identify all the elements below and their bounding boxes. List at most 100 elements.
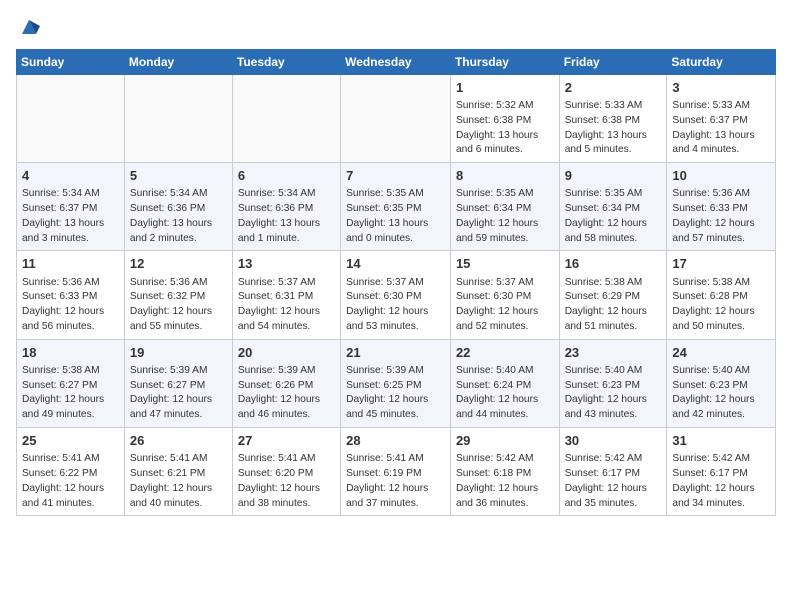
- weekday-header-monday: Monday: [124, 49, 232, 74]
- calendar-day-cell: 4 Sunrise: 5:34 AM Sunset: 6:37 PM Daylig…: [17, 163, 125, 251]
- calendar-day-cell: 31 Sunrise: 5:42 AM Sunset: 6:17 PM Dayli…: [667, 428, 776, 516]
- day-info: Sunrise: 5:39 AM Sunset: 6:26 PM Dayligh…: [238, 364, 335, 423]
- day-info: Sunrise: 5:40 AM Sunset: 6:23 PM Dayligh…: [672, 364, 770, 423]
- calendar-week-row: 18 Sunrise: 5:38 AM Sunset: 6:27 PM Dayli…: [17, 339, 776, 427]
- calendar-day-cell: 19 Sunrise: 5:39 AM Sunset: 6:27 PM Dayli…: [124, 339, 232, 427]
- calendar-week-row: 1 Sunrise: 5:32 AM Sunset: 6:38 PM Daylig…: [17, 74, 776, 162]
- calendar-day-cell: 18 Sunrise: 5:38 AM Sunset: 6:27 PM Dayli…: [17, 339, 125, 427]
- day-number: 1: [456, 79, 554, 97]
- day-number: 28: [346, 432, 445, 450]
- day-info: Sunrise: 5:35 AM Sunset: 6:34 PM Dayligh…: [456, 187, 554, 246]
- calendar-day-cell: 27 Sunrise: 5:41 AM Sunset: 6:20 PM Dayli…: [232, 428, 340, 516]
- calendar-day-cell: 2 Sunrise: 5:33 AM Sunset: 6:38 PM Daylig…: [559, 74, 667, 162]
- calendar-day-cell: 16 Sunrise: 5:38 AM Sunset: 6:29 PM Dayli…: [559, 251, 667, 339]
- calendar-day-cell: 10 Sunrise: 5:36 AM Sunset: 6:33 PM Dayli…: [667, 163, 776, 251]
- logo-icon: [18, 16, 40, 38]
- day-info: Sunrise: 5:36 AM Sunset: 6:32 PM Dayligh…: [130, 276, 227, 335]
- day-info: Sunrise: 5:37 AM Sunset: 6:30 PM Dayligh…: [346, 276, 445, 335]
- day-number: 4: [22, 167, 119, 185]
- calendar-day-cell: 23 Sunrise: 5:40 AM Sunset: 6:23 PM Dayli…: [559, 339, 667, 427]
- logo: [16, 16, 40, 43]
- day-info: Sunrise: 5:38 AM Sunset: 6:28 PM Dayligh…: [672, 276, 770, 335]
- calendar-day-cell: 17 Sunrise: 5:38 AM Sunset: 6:28 PM Dayli…: [667, 251, 776, 339]
- day-info: Sunrise: 5:41 AM Sunset: 6:20 PM Dayligh…: [238, 452, 335, 511]
- calendar-day-cell: 29Sunrise: 5:42 AM Sunset: 6:18 PM Dayli…: [450, 428, 559, 516]
- calendar-day-cell: 22Sunrise: 5:40 AM Sunset: 6:24 PM Dayli…: [450, 339, 559, 427]
- day-number: 21: [346, 344, 445, 362]
- day-info: Sunrise: 5:34 AM Sunset: 6:36 PM Dayligh…: [130, 187, 227, 246]
- calendar-day-cell: 13 Sunrise: 5:37 AM Sunset: 6:31 PM Dayli…: [232, 251, 340, 339]
- day-number: 5: [130, 167, 227, 185]
- day-number: 15: [456, 255, 554, 273]
- day-info: Sunrise: 5:40 AM Sunset: 6:24 PM Dayligh…: [456, 364, 554, 423]
- day-number: 19: [130, 344, 227, 362]
- day-number: 25: [22, 432, 119, 450]
- day-number: 6: [238, 167, 335, 185]
- calendar-day-cell: 26Sunrise: 5:41 AM Sunset: 6:21 PM Dayli…: [124, 428, 232, 516]
- day-info: Sunrise: 5:38 AM Sunset: 6:29 PM Dayligh…: [565, 276, 662, 335]
- day-info: Sunrise: 5:37 AM Sunset: 6:31 PM Dayligh…: [238, 276, 335, 335]
- day-info: Sunrise: 5:34 AM Sunset: 6:37 PM Dayligh…: [22, 187, 119, 246]
- day-info: Sunrise: 5:39 AM Sunset: 6:25 PM Dayligh…: [346, 364, 445, 423]
- day-number: 24: [672, 344, 770, 362]
- day-number: 12: [130, 255, 227, 273]
- calendar-table: SundayMondayTuesdayWednesdayThursdayFrid…: [16, 49, 776, 517]
- day-number: 16: [565, 255, 662, 273]
- day-number: 3: [672, 79, 770, 97]
- calendar-day-cell: 6Sunrise: 5:34 AM Sunset: 6:36 PM Daylig…: [232, 163, 340, 251]
- weekday-header-row: SundayMondayTuesdayWednesdayThursdayFrid…: [17, 49, 776, 74]
- calendar-day-cell: 20 Sunrise: 5:39 AM Sunset: 6:26 PM Dayli…: [232, 339, 340, 427]
- calendar-day-cell: 12 Sunrise: 5:36 AM Sunset: 6:32 PM Dayli…: [124, 251, 232, 339]
- day-number: 18: [22, 344, 119, 362]
- day-info: Sunrise: 5:42 AM Sunset: 6:18 PM Dayligh…: [456, 452, 554, 511]
- day-info: Sunrise: 5:41 AM Sunset: 6:22 PM Dayligh…: [22, 452, 119, 511]
- weekday-header-friday: Friday: [559, 49, 667, 74]
- day-info: Sunrise: 5:37 AM Sunset: 6:30 PM Dayligh…: [456, 276, 554, 335]
- day-number: 10: [672, 167, 770, 185]
- weekday-header-saturday: Saturday: [667, 49, 776, 74]
- day-info: Sunrise: 5:35 AM Sunset: 6:35 PM Dayligh…: [346, 187, 445, 246]
- day-number: 31: [672, 432, 770, 450]
- day-info: Sunrise: 5:32 AM Sunset: 6:38 PM Dayligh…: [456, 99, 554, 158]
- calendar-day-cell: 3Sunrise: 5:33 AM Sunset: 6:37 PM Daylig…: [667, 74, 776, 162]
- day-info: Sunrise: 5:35 AM Sunset: 6:34 PM Dayligh…: [565, 187, 662, 246]
- day-info: Sunrise: 5:36 AM Sunset: 6:33 PM Dayligh…: [22, 276, 119, 335]
- day-number: 13: [238, 255, 335, 273]
- calendar-day-cell: 11 Sunrise: 5:36 AM Sunset: 6:33 PM Dayli…: [17, 251, 125, 339]
- weekday-header-tuesday: Tuesday: [232, 49, 340, 74]
- calendar-day-cell: 21 Sunrise: 5:39 AM Sunset: 6:25 PM Dayli…: [341, 339, 451, 427]
- day-number: 7: [346, 167, 445, 185]
- calendar-day-cell: [232, 74, 340, 162]
- day-number: 17: [672, 255, 770, 273]
- calendar-day-cell: 15 Sunrise: 5:37 AM Sunset: 6:30 PM Dayli…: [450, 251, 559, 339]
- day-info: Sunrise: 5:41 AM Sunset: 6:21 PM Dayligh…: [130, 452, 227, 511]
- day-info: Sunrise: 5:38 AM Sunset: 6:27 PM Dayligh…: [22, 364, 119, 423]
- calendar-week-row: 4 Sunrise: 5:34 AM Sunset: 6:37 PM Daylig…: [17, 163, 776, 251]
- day-number: 20: [238, 344, 335, 362]
- calendar-day-cell: [341, 74, 451, 162]
- day-info: Sunrise: 5:39 AM Sunset: 6:27 PM Dayligh…: [130, 364, 227, 423]
- calendar-day-cell: 1 Sunrise: 5:32 AM Sunset: 6:38 PM Daylig…: [450, 74, 559, 162]
- day-number: 14: [346, 255, 445, 273]
- calendar-day-cell: 7 Sunrise: 5:35 AM Sunset: 6:35 PM Daylig…: [341, 163, 451, 251]
- header: [16, 10, 776, 43]
- day-number: 2: [565, 79, 662, 97]
- calendar-day-cell: [17, 74, 125, 162]
- weekday-header-sunday: Sunday: [17, 49, 125, 74]
- calendar-week-row: 25 Sunrise: 5:41 AM Sunset: 6:22 PM Dayli…: [17, 428, 776, 516]
- calendar-day-cell: 8 Sunrise: 5:35 AM Sunset: 6:34 PM Daylig…: [450, 163, 559, 251]
- calendar-day-cell: 24 Sunrise: 5:40 AM Sunset: 6:23 PM Dayli…: [667, 339, 776, 427]
- day-number: 27: [238, 432, 335, 450]
- calendar-week-row: 11 Sunrise: 5:36 AM Sunset: 6:33 PM Dayli…: [17, 251, 776, 339]
- day-number: 11: [22, 255, 119, 273]
- day-info: Sunrise: 5:42 AM Sunset: 6:17 PM Dayligh…: [672, 452, 770, 511]
- day-info: Sunrise: 5:40 AM Sunset: 6:23 PM Dayligh…: [565, 364, 662, 423]
- day-number: 23: [565, 344, 662, 362]
- day-number: 30: [565, 432, 662, 450]
- day-number: 8: [456, 167, 554, 185]
- day-info: Sunrise: 5:36 AM Sunset: 6:33 PM Dayligh…: [672, 187, 770, 246]
- page: SundayMondayTuesdayWednesdayThursdayFrid…: [0, 0, 792, 612]
- day-info: Sunrise: 5:33 AM Sunset: 6:38 PM Dayligh…: [565, 99, 662, 158]
- calendar-day-cell: 9Sunrise: 5:35 AM Sunset: 6:34 PM Daylig…: [559, 163, 667, 251]
- weekday-header-wednesday: Wednesday: [341, 49, 451, 74]
